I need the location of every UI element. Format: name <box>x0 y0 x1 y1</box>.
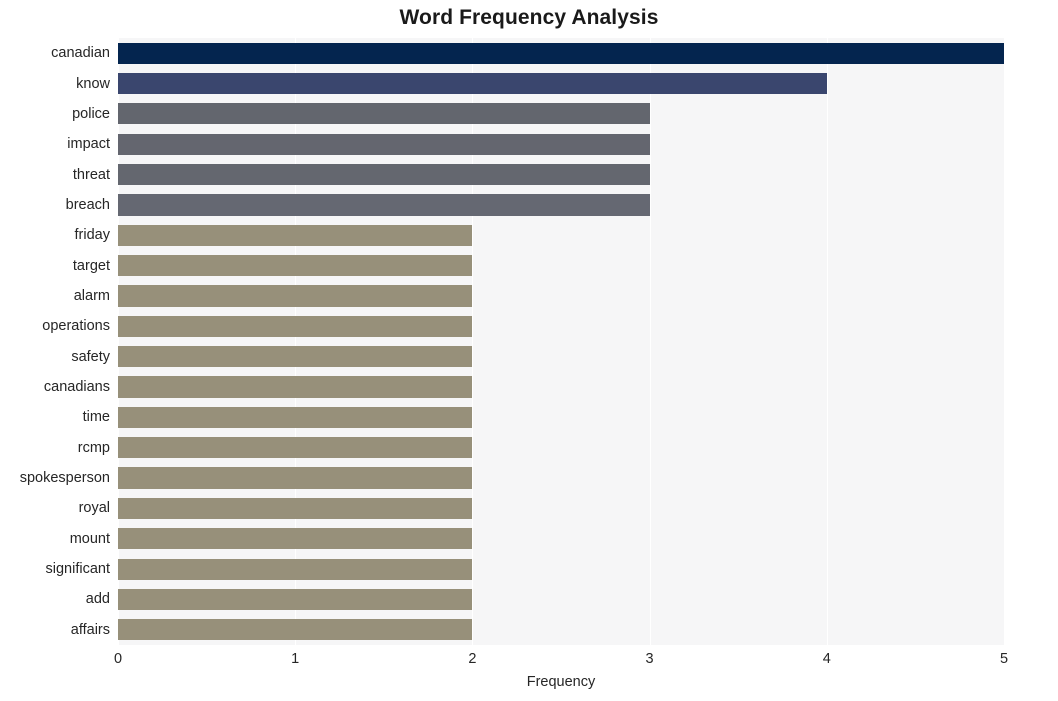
bar-row <box>118 467 1004 489</box>
y-tick-label-spokesperson: spokesperson <box>19 470 110 487</box>
bar-row <box>118 588 1004 611</box>
y-tick-label-canadians: canadians <box>43 379 110 396</box>
x-axis-tick-labels: 0 1 2 3 4 5 <box>114 645 1008 671</box>
x-tick-label-4: 4 <box>822 651 831 667</box>
bar-row <box>118 103 1004 125</box>
bars-layer <box>118 38 1004 645</box>
bar-row <box>118 315 1004 337</box>
x-tick-label-3: 3 <box>645 651 654 667</box>
bar-row <box>118 42 1004 64</box>
bar-target <box>118 255 473 277</box>
y-tick-label-significant: significant <box>45 561 110 578</box>
bar-know <box>118 72 827 95</box>
y-tick-label-impact: impact <box>67 136 110 153</box>
bar-friday <box>118 224 473 246</box>
bar-impact <box>118 133 650 155</box>
y-tick-label-threat: threat <box>72 166 110 183</box>
bar-row <box>118 406 1004 428</box>
bar-row <box>118 285 1004 307</box>
bar-rcmp <box>118 437 473 459</box>
y-tick-label-royal: royal <box>78 500 110 517</box>
bar-row <box>118 224 1004 246</box>
word-frequency-chart: Word Frequency Analysis canadian know poli… <box>0 0 1058 701</box>
gridline-x-5 <box>1004 38 1005 645</box>
y-tick-label-affairs: affairs <box>70 621 110 638</box>
y-tick-label-mount: mount <box>69 530 110 547</box>
bar-affairs <box>118 619 473 641</box>
y-tick-label-canadian: canadian <box>51 45 110 62</box>
x-tick-label-5: 5 <box>999 651 1009 667</box>
bar-add <box>118 588 473 611</box>
bar-spokesperson <box>118 467 473 489</box>
bar-threat <box>118 163 650 186</box>
bar-row <box>118 194 1004 216</box>
y-tick-label-alarm: alarm <box>73 287 110 304</box>
y-tick-label-add: add <box>85 591 110 608</box>
bar-breach <box>118 194 650 216</box>
y-tick-label-target: target <box>72 257 110 274</box>
bar-row <box>118 376 1004 398</box>
bar-row <box>118 528 1004 550</box>
bar-royal <box>118 497 473 520</box>
y-tick-label-operations: operations <box>42 318 110 335</box>
bar-time <box>118 406 473 428</box>
bar-row <box>118 558 1004 580</box>
chart-title: Word Frequency Analysis <box>399 6 659 29</box>
bar-safety <box>118 346 473 368</box>
x-tick-label-2: 2 <box>468 651 477 667</box>
bar-row <box>118 497 1004 520</box>
y-tick-label-time: time <box>82 409 110 426</box>
x-axis-title: Frequency <box>526 674 596 690</box>
bar-canadians <box>118 376 473 398</box>
y-tick-label-rcmp: rcmp <box>77 439 110 456</box>
y-tick-label-breach: breach <box>65 196 110 213</box>
bar-row <box>118 255 1004 277</box>
y-tick-label-police: police <box>72 105 110 122</box>
x-tick-label-1: 1 <box>291 651 300 667</box>
bar-row <box>118 133 1004 155</box>
bar-row <box>118 346 1004 368</box>
bar-row <box>118 163 1004 186</box>
bar-row <box>118 619 1004 641</box>
bar-alarm <box>118 285 473 307</box>
bar-mount <box>118 528 473 550</box>
bar-canadian <box>118 42 1004 64</box>
bar-operations <box>118 315 473 337</box>
x-tick-label-0: 0 <box>113 651 123 667</box>
y-tick-label-safety: safety <box>71 348 110 365</box>
plot-area <box>118 38 1005 645</box>
bar-row <box>118 72 1004 95</box>
bar-police <box>118 103 650 125</box>
y-tick-label-know: know <box>76 75 110 92</box>
bar-significant <box>118 558 473 580</box>
bar-row <box>118 437 1004 459</box>
y-tick-label-friday: friday <box>74 227 110 244</box>
y-axis-tick-labels: canadian know police impact threat breach frid… <box>0 38 110 645</box>
